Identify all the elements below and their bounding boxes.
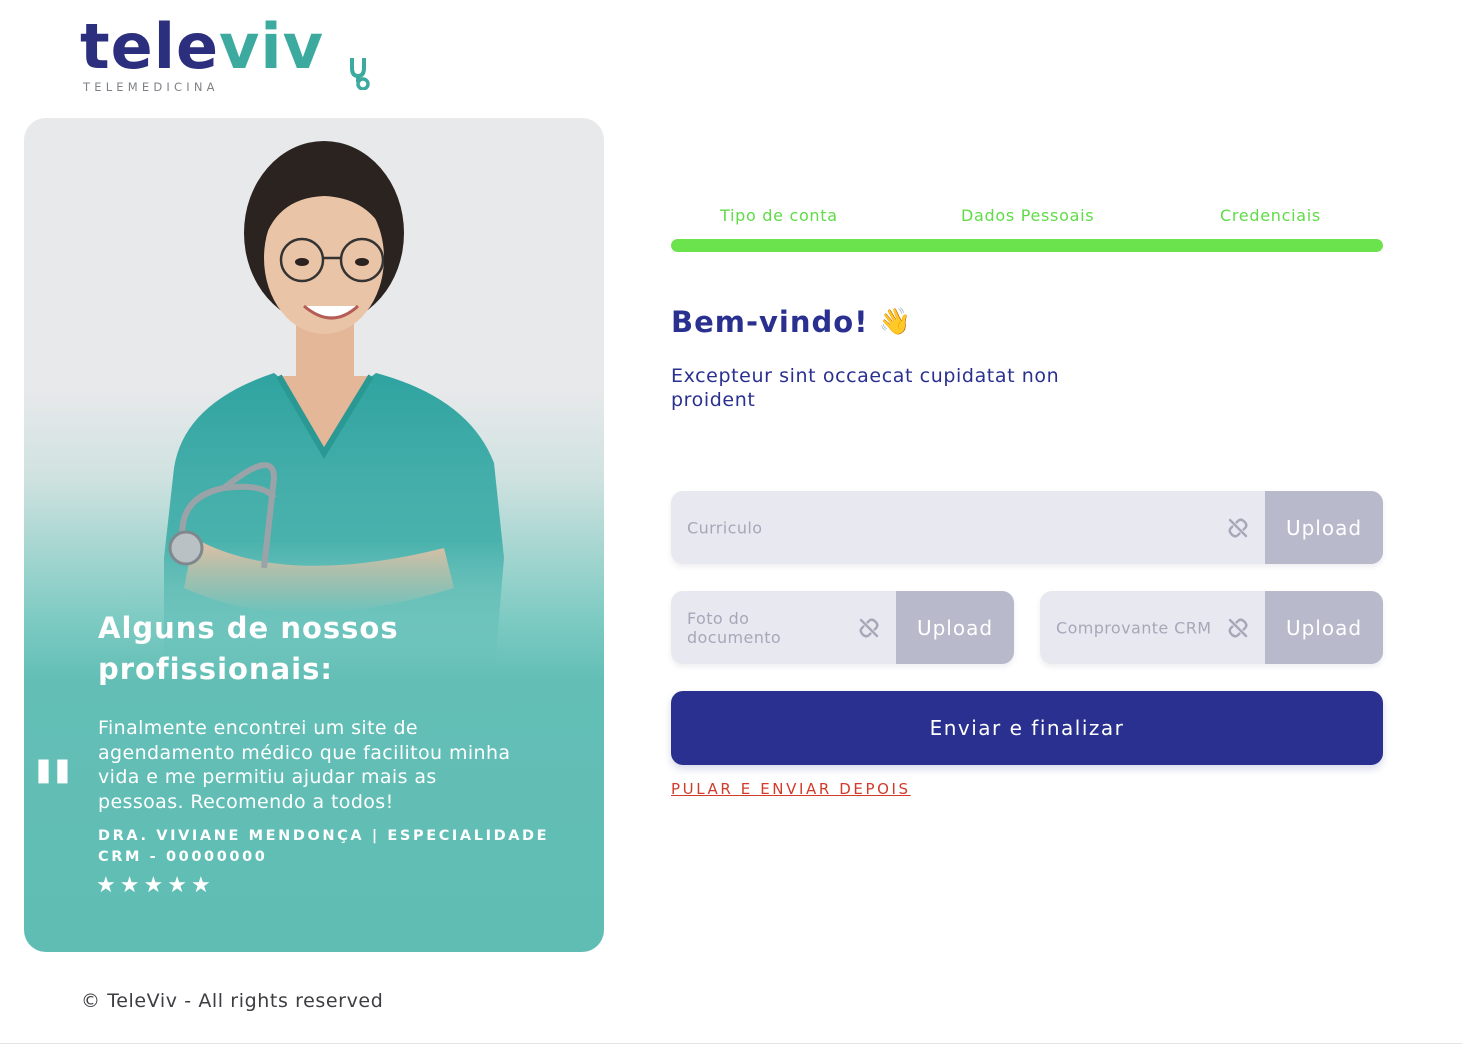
welcome-title-text: Bem-vindo! — [671, 305, 869, 339]
progress-bar — [671, 239, 1383, 252]
author-crm: CRM - 00000000 — [98, 849, 268, 865]
comprovante-crm-placeholder: Comprovante CRM — [1056, 618, 1212, 637]
comprovante-crm-upload-button[interactable]: Upload — [1265, 591, 1383, 664]
star-icon: ★ — [143, 873, 164, 898]
curriculo-upload-field[interactable]: Curriculo Upload — [671, 491, 1383, 564]
author-name: Dra. Viviane Mendonça | Especialidade — [98, 828, 550, 844]
step-tipo-de-conta[interactable]: Tipo de conta — [720, 206, 838, 225]
foto-documento-upload-button[interactable]: Upload — [896, 591, 1014, 664]
stethoscope-icon — [350, 58, 370, 90]
testimonial-quote: Finalmente encontrei um site de agendame… — [98, 717, 511, 813]
logo-wordmark: televiv — [80, 16, 324, 78]
welcome-title: Bem-vindo! 👋 — [671, 305, 912, 339]
bottom-divider — [0, 1043, 1462, 1044]
logo-subtitle: TELEMEDICINA — [83, 80, 219, 94]
submit-button[interactable]: Enviar e finalizar — [671, 691, 1383, 765]
logo-wordmark-viv: viv — [219, 10, 325, 83]
star-icon: ★ — [119, 873, 140, 898]
welcome-subtitle: Excepteur sint occaecat cupidatat non pr… — [671, 365, 1060, 411]
televiv-logo[interactable]: televiv TELEMEDICINA — [80, 16, 370, 94]
progress-bar-fill — [671, 239, 1383, 252]
testimonial-heading: Alguns de nossos profissionais: — [98, 611, 399, 686]
quote-icon: " — [38, 698, 76, 802]
testimonial-card: Alguns de nossos profissionais: " Finalm… — [24, 118, 604, 952]
signup-steps: Tipo de conta Dados Pessoais Credenciais — [671, 206, 1383, 254]
star-icon: ★ — [190, 873, 211, 898]
doctor-photo — [164, 141, 504, 678]
unlink-icon — [859, 617, 879, 638]
foto-documento-upload-field[interactable]: Foto do documento Upload — [671, 591, 1014, 664]
step-dados-pessoais[interactable]: Dados Pessoais — [961, 206, 1094, 225]
curriculo-upload-button[interactable]: Upload — [1265, 491, 1383, 564]
curriculo-placeholder: Curriculo — [687, 518, 763, 537]
unlink-icon — [1228, 517, 1248, 538]
star-icon: ★ — [96, 873, 116, 898]
rating-stars: ★ ★ ★ ★ ★ — [96, 874, 211, 898]
skip-link[interactable]: PULAR E ENVIAR DEPOIS — [671, 780, 911, 798]
step-credenciais[interactable]: Credenciais — [1220, 206, 1321, 225]
logo-wordmark-tele: tele — [80, 10, 219, 83]
testimonial-author: Dra. Viviane Mendonça | Especialidade CR… — [98, 826, 578, 868]
comprovante-crm-upload-field[interactable]: Comprovante CRM Upload — [1040, 591, 1383, 664]
star-icon: ★ — [167, 873, 187, 898]
waving-hand-icon: 👋 — [878, 307, 912, 337]
footer-copyright: © TeleViv - All rights reserved — [81, 990, 384, 1012]
unlink-icon — [1228, 617, 1248, 638]
foto-documento-placeholder: Foto do documento — [687, 608, 782, 647]
